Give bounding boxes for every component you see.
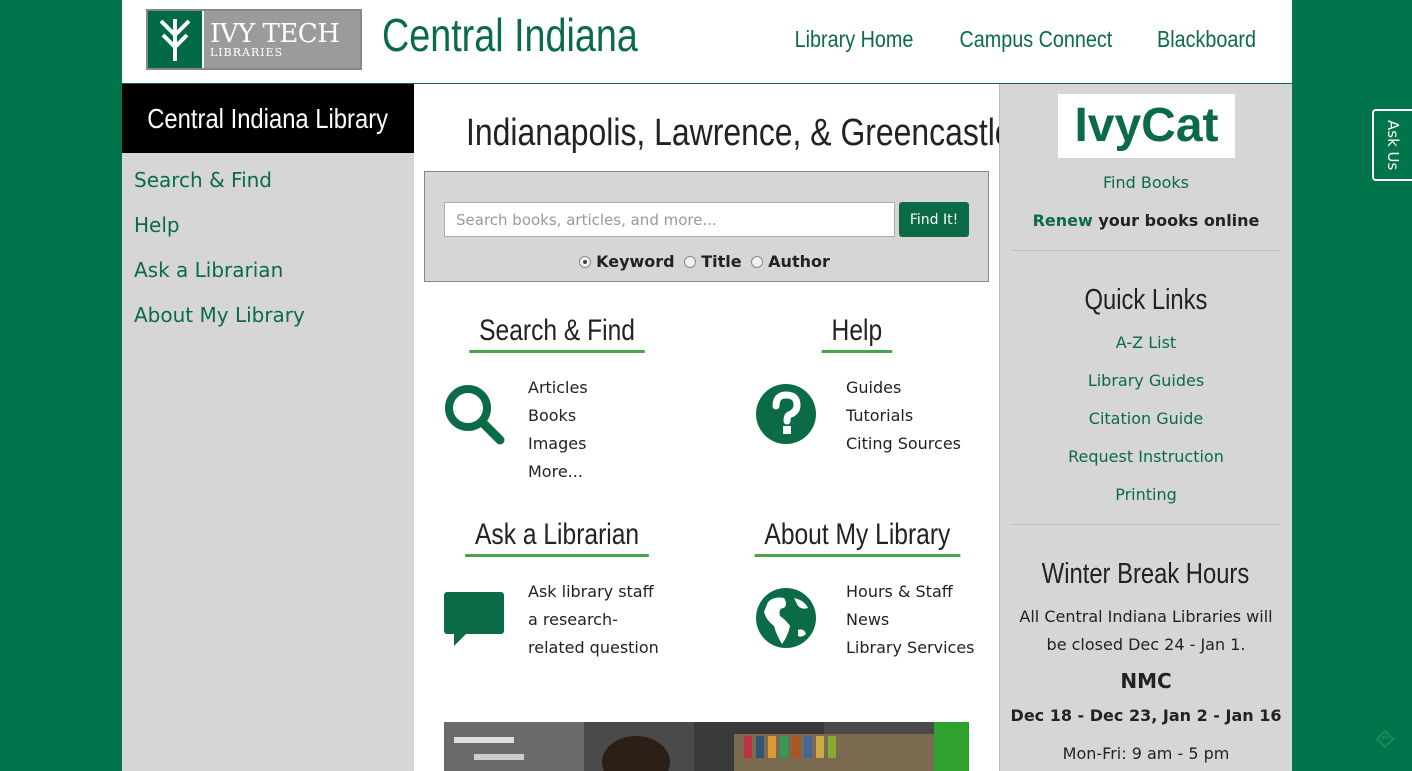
radio-title[interactable]: Title <box>684 252 742 271</box>
list-item[interactable]: Images <box>528 430 588 458</box>
quick-link-citation-guide[interactable]: Citation Guide <box>1000 409 1292 428</box>
logo-text: IVY TECH <box>210 18 340 49</box>
main-content: Indianapolis, Lawrence, & Greencastle Fi… <box>414 84 1013 771</box>
search-input[interactable] <box>444 202 895 237</box>
section-title[interactable]: About My Library <box>732 518 982 557</box>
page-container: IVY TECH LIBRARIES Central Indiana Libra… <box>122 0 1292 771</box>
weekday-hours: Mon-Fri: 9 am - 5 pm <box>1062 744 1230 763</box>
radio-selected-icon <box>579 255 592 268</box>
nav-campus-connect[interactable]: Campus Connect <box>960 26 1113 53</box>
location-name: NMC <box>1120 669 1172 693</box>
winter-hours-heading: Winter Break Hours <box>1042 558 1250 590</box>
section-title[interactable]: Help <box>732 314 982 353</box>
list-item[interactable]: Tutorials <box>846 402 961 430</box>
site-title: Central Indiana <box>382 9 638 61</box>
section-title[interactable]: Ask a Librarian <box>432 518 682 557</box>
renew-books-link[interactable]: Renew your books online <box>1000 211 1292 230</box>
radio-unselected-icon <box>684 255 697 268</box>
ivy-tech-logo[interactable]: IVY TECH LIBRARIES <box>146 9 362 70</box>
list-item[interactable]: Hours & Staff <box>846 578 975 606</box>
help-links: Guides Tutorials Citing Sources <box>846 374 961 458</box>
quick-link-library-guides[interactable]: Library Guides <box>1000 371 1292 390</box>
library-photo[interactable] <box>444 722 969 771</box>
sidebar-item-ask-librarian[interactable]: Ask a Librarian <box>134 255 414 300</box>
divider <box>1012 524 1280 525</box>
ask-us-tab[interactable]: Ask Us <box>1372 109 1412 181</box>
radio-unselected-icon <box>751 255 764 268</box>
sidebar-title: Central Indiana Library <box>122 84 414 153</box>
globe-icon[interactable] <box>754 586 818 650</box>
section-ask-librarian: Ask a Librarian Ask library staff a rese… <box>432 518 682 657</box>
quick-link-request-instruction[interactable]: Request Instruction <box>1000 447 1292 466</box>
divider <box>1012 250 1280 251</box>
list-item[interactable]: More... <box>528 458 588 486</box>
hours-dates: Dec 18 - Dec 23, Jan 2 - Jan 16 <box>1010 706 1282 725</box>
sidebar-item-about-library[interactable]: About My Library <box>134 300 414 345</box>
find-books-link[interactable]: Find Books <box>1000 173 1292 192</box>
section-title[interactable]: Search & Find <box>432 314 682 353</box>
radio-author[interactable]: Author <box>751 252 830 271</box>
search-panel: Find It! Keyword Title Author <box>424 171 989 282</box>
search-find-links: Articles Books Images More... <box>528 374 588 486</box>
nav-blackboard[interactable]: Blackboard <box>1157 26 1256 53</box>
scroll-top-icon[interactable] <box>1376 730 1394 748</box>
ivy-leaf-icon <box>148 11 204 68</box>
sidebar-item-search-find[interactable]: Search & Find <box>134 165 414 210</box>
chat-bubble-icon[interactable] <box>442 586 506 650</box>
quick-link-printing[interactable]: Printing <box>1000 485 1292 504</box>
list-item[interactable]: Ask library staff <box>528 578 659 606</box>
section-about-library: About My Library Hours & Staff News Libr… <box>732 518 982 657</box>
ivycat-logo[interactable]: IvyCat <box>1058 94 1235 158</box>
sidebar-item-help[interactable]: Help <box>134 210 414 255</box>
question-icon[interactable] <box>754 382 818 446</box>
search-type-options: Keyword Title Author <box>425 252 988 272</box>
quick-links-heading: Quick Links <box>1084 284 1208 316</box>
right-sidebar: IvyCat Find Books Renew your books onlin… <box>999 84 1292 771</box>
list-item[interactable]: Library Services <box>846 634 975 662</box>
logo-subtext: LIBRARIES <box>210 45 284 59</box>
sidebar-nav: Search & Find Help Ask a Librarian About… <box>122 153 414 345</box>
find-it-button[interactable]: Find It! <box>899 202 969 237</box>
quick-link-az-list[interactable]: A-Z List <box>1000 333 1292 352</box>
nav-library-home[interactable]: Library Home <box>795 26 914 53</box>
list-item[interactable]: Articles <box>528 374 588 402</box>
about-library-links: Hours & Staff News Library Services <box>846 578 975 662</box>
magnifier-icon[interactable] <box>442 382 506 446</box>
radio-keyword[interactable]: Keyword <box>579 252 675 271</box>
list-item[interactable]: News <box>846 606 975 634</box>
section-search-find: Search & Find Articles Books Images More… <box>432 314 682 481</box>
list-item[interactable]: Guides <box>846 374 961 402</box>
section-help: Help Guides Tutorials Citing Sources <box>732 314 982 453</box>
top-nav: Library Home Campus Connect Blackboard <box>785 26 1264 53</box>
closure-notice: All Central Indiana Libraries will be cl… <box>1019 607 1273 654</box>
campus-heading: Indianapolis, Lawrence, & Greencastle <box>466 112 1013 154</box>
list-item[interactable]: Books <box>528 402 588 430</box>
list-item[interactable]: Citing Sources <box>846 430 961 458</box>
ask-librarian-links: Ask library staff a research- related qu… <box>528 578 659 662</box>
list-item[interactable]: a research- <box>528 606 659 634</box>
list-item[interactable]: related question <box>528 634 659 662</box>
site-header: IVY TECH LIBRARIES Central Indiana Libra… <box>122 0 1292 84</box>
left-sidebar: Central Indiana Library Search & Find He… <box>122 84 414 771</box>
